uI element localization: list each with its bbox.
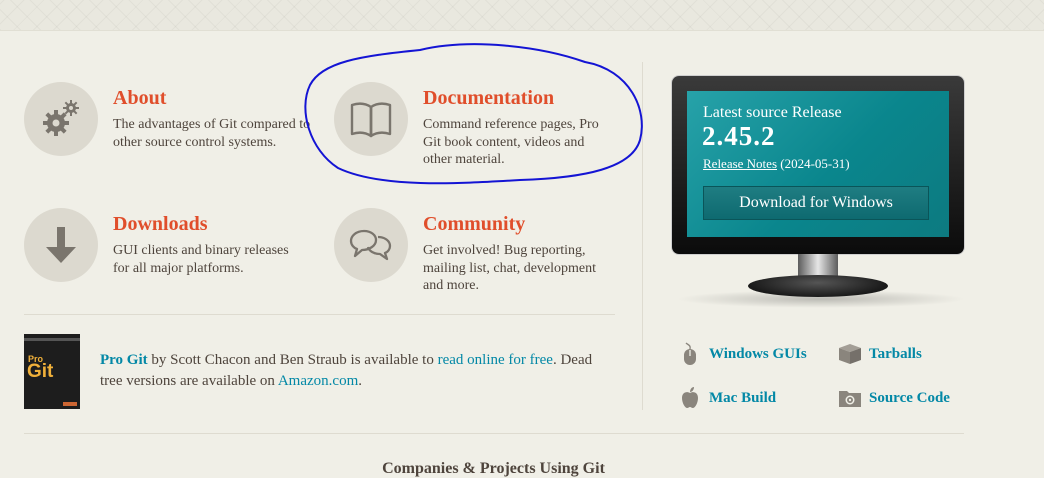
feature-community-description: Get involved! Bug reporting, mailing lis… — [423, 243, 597, 293]
feature-downloads-description: GUI clients and binary releases for all … — [113, 243, 289, 276]
download-windows-button[interactable]: Download for Windows — [703, 186, 929, 220]
book-icon — [334, 82, 408, 156]
column-divider — [642, 62, 643, 410]
feature-about[interactable]: About The advantages of Git compared to … — [24, 82, 324, 162]
progit-book-link[interactable]: Pro Git — [100, 352, 148, 368]
mac-build-link[interactable]: Mac Build — [678, 386, 776, 410]
release-notes-line: Release Notes (2024-05-31) — [703, 156, 850, 172]
mac-build-label: Mac Build — [709, 389, 777, 406]
tarballs-link[interactable]: Tarballs — [838, 342, 922, 366]
source-code-label: Source Code — [869, 389, 950, 406]
tarballs-label: Tarballs — [869, 345, 922, 362]
folder-gear-icon — [838, 386, 862, 410]
cover-stripe — [24, 338, 80, 341]
header-pattern-strip — [0, 0, 1044, 31]
release-date: (2024-05-31) — [780, 156, 850, 171]
feature-community-title[interactable]: Community — [423, 213, 525, 236]
cover-git-text: Git — [27, 361, 54, 382]
package-box-icon — [838, 342, 862, 366]
release-screen: Latest source Release 2.45.2 Release Not… — [687, 91, 949, 237]
progit-book-cover[interactable]: Pro Git — [24, 334, 80, 409]
apple-icon — [678, 386, 702, 410]
feature-about-description: The advantages of Git compared to other … — [113, 117, 311, 150]
section-divider — [24, 314, 615, 315]
progit-description: Pro Git by Scott Chacon and Ben Straub i… — [100, 350, 615, 392]
cover-publisher-mark — [63, 402, 77, 406]
mouse-icon — [678, 342, 702, 366]
windows-guis-label: Windows GUIs — [709, 345, 807, 362]
feature-community[interactable]: Community Get involved! Bug reporting, m… — [334, 208, 634, 298]
release-notes-link[interactable]: Release Notes — [703, 156, 777, 171]
feature-documentation-title[interactable]: Documentation — [423, 87, 554, 110]
feature-downloads[interactable]: Downloads GUI clients and binary release… — [24, 208, 324, 288]
release-version: 2.45.2 — [702, 121, 776, 151]
release-heading: Latest source Release — [703, 104, 842, 121]
chat-bubbles-icon — [334, 208, 408, 282]
companies-heading: Companies & Projects Using Git — [382, 460, 605, 477]
feature-about-title[interactable]: About — [113, 87, 166, 110]
feature-documentation-description: Command reference pages, Pro Git book co… — [423, 117, 599, 167]
progit-text-3: . — [358, 373, 362, 389]
progit-text-1: by Scott Chacon and Ben Straub is availa… — [147, 352, 438, 368]
monitor-stand-neck — [798, 254, 838, 276]
footer-divider — [24, 433, 964, 434]
source-code-link[interactable]: Source Code — [838, 386, 950, 410]
download-arrow-icon — [24, 208, 98, 282]
amazon-link[interactable]: Amazon.com — [278, 373, 358, 389]
windows-guis-link[interactable]: Windows GUIs — [678, 342, 807, 366]
feature-documentation[interactable]: Documentation Command reference pages, P… — [334, 82, 634, 172]
read-online-link[interactable]: read online for free — [438, 352, 553, 368]
monitor-stand-base — [748, 275, 888, 297]
gears-icon — [24, 82, 98, 156]
feature-downloads-title[interactable]: Downloads — [113, 213, 207, 236]
